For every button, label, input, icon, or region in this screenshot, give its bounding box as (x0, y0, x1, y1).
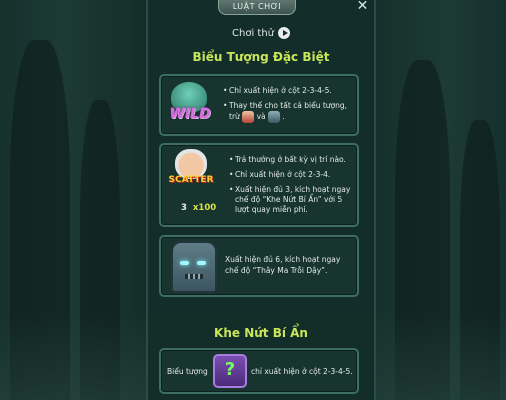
mystery-symbol-icon: ? (213, 354, 247, 388)
scatter-symbol-icon: SCATTER 3 x100 (165, 149, 219, 221)
tombstone-symbol-icon (171, 241, 217, 293)
wild-rule-1: Chỉ xuất hiện ở cột 2-3-4-5. (223, 86, 353, 96)
scatter-rules: Trả thưởng ở bất kỳ vị trí nào. Chỉ xuất… (229, 155, 355, 220)
scatter-rule-3: Xuất hiện đủ 3, kích hoạt ngay chế độ “K… (229, 185, 355, 215)
tombstone-mini-icon (268, 111, 280, 123)
scatter-payout: 3 x100 (181, 203, 217, 213)
play-icon (278, 27, 290, 39)
tombstone-card: Xuất hiện đủ 6, kích hoạt ngay chế độ “T… (159, 235, 359, 297)
special-symbols-title: Biểu Tượng Đặc Biệt (192, 50, 330, 64)
mystery-crack-title: Khe Nứt Bí Ẩn (214, 326, 308, 340)
mystery-prefix: Biểu tượng (167, 367, 208, 376)
wild-card: WILD Chỉ xuất hiện ở cột 2-3-4-5. Thay t… (159, 74, 359, 136)
scatter-rule-1: Trả thưởng ở bất kỳ vị trí nào. (229, 155, 355, 165)
scatter-mini-icon (242, 111, 255, 123)
scatter-card: SCATTER 3x100 Trả thưởng ở bất kỳ vị trí… (159, 143, 359, 227)
tombstone-description: Xuất hiện đủ 6, kích hoạt ngay chế độ “T… (225, 255, 341, 275)
page-title: LUẬT CHƠI (218, 0, 296, 15)
demo-play-button[interactable]: Chơi thử (232, 25, 290, 41)
wild-rule-2: Thay thế cho tất cả biểu tượng, trừ và . (223, 101, 353, 123)
mystery-suffix: chỉ xuất hiện ở cột 2-3-4-5. (251, 367, 353, 376)
demo-label: Chơi thử (232, 27, 274, 39)
wild-rules: Chỉ xuất hiện ở cột 2-3-4-5. Thay thế ch… (223, 86, 353, 128)
wild-symbol-icon: WILD (165, 82, 215, 134)
close-icon[interactable]: ✕ (355, 0, 370, 13)
scatter-rule-2: Chỉ xuất hiện ở cột 2-3-4. (229, 170, 355, 180)
mystery-card: Biểu tượng ? chỉ xuất hiện ở cột 2-3-4-5… (159, 348, 359, 394)
